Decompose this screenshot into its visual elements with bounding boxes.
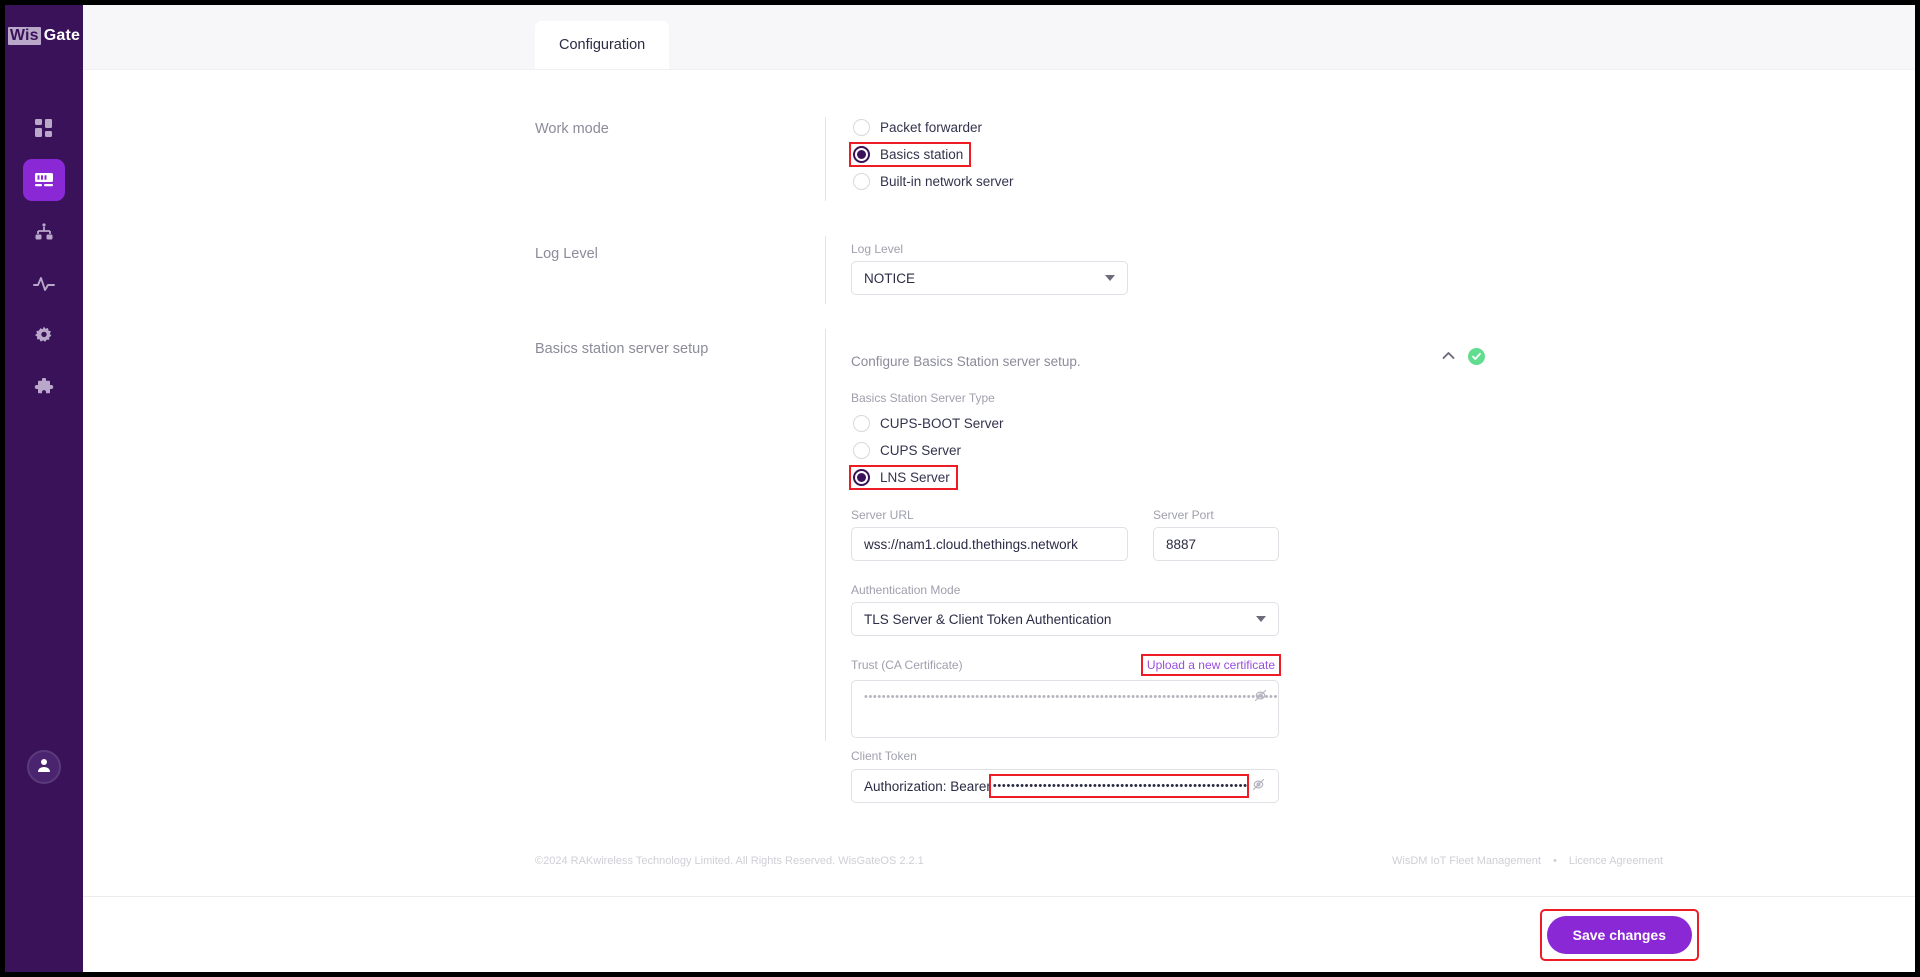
radio-indicator	[853, 119, 870, 136]
basics-station-description: Configure Basics Station server setup.	[851, 354, 1081, 369]
tab-configuration-label: Configuration	[559, 37, 646, 53]
server-url-label: Server URL	[851, 508, 914, 522]
server-type-radio-group: CUPS-BOOT Server CUPS Server LNS Server	[849, 413, 1491, 490]
eye-off-icon[interactable]	[1251, 778, 1266, 794]
server-url-input[interactable]: wss://nam1.cloud.thethings.network	[851, 527, 1128, 561]
trust-ca-textarea[interactable]: ••••••••••••••••••••••••••••••••••••••••…	[851, 680, 1279, 738]
app-logo: Wis Gate	[5, 27, 83, 45]
eye-off-icon[interactable]	[1253, 689, 1268, 705]
radio-indicator	[853, 173, 870, 190]
chevron-down-icon	[1256, 616, 1266, 622]
user-avatar-icon	[36, 757, 52, 778]
log-level-select[interactable]: NOTICE	[851, 261, 1128, 295]
sidebar-item-activity[interactable]	[23, 263, 65, 305]
logo-gate-text: Gate	[43, 27, 81, 44]
work-mode-label: Work mode	[535, 121, 609, 137]
server-port-input[interactable]: 8887	[1153, 527, 1279, 561]
radio-indicator-selected	[853, 146, 870, 163]
log-level-value: NOTICE	[864, 270, 916, 286]
auth-mode-select[interactable]: TLS Server & Client Token Authentication	[851, 602, 1279, 636]
footer-links: WisDM IoT Fleet Management • Licence Agr…	[1392, 855, 1663, 867]
chevron-up-icon[interactable]	[1442, 347, 1455, 365]
logo-wis-text: Wis	[7, 27, 41, 45]
sidebar-item-network[interactable]	[23, 211, 65, 253]
log-level-section-label: Log Level	[535, 246, 598, 262]
radio-cups-server[interactable]: CUPS Server	[851, 440, 967, 461]
sidebar-item-gateway[interactable]	[23, 159, 65, 201]
chevron-down-icon	[1105, 275, 1115, 281]
log-level-field-label: Log Level	[851, 242, 904, 256]
footer-separator: •	[1552, 855, 1557, 867]
section-log-level: Log Level Log Level NOTICE	[83, 236, 1915, 304]
radio-indicator	[853, 442, 870, 459]
sidebar-item-plugins[interactable]	[23, 367, 65, 409]
gear-icon	[34, 326, 54, 346]
action-bar: Save changes	[83, 896, 1915, 972]
puzzle-icon	[34, 378, 54, 398]
sidebar-nav	[5, 107, 83, 409]
footer-link-licence-agreement[interactable]: Licence Agreement	[1569, 855, 1663, 867]
radio-lns-server[interactable]: LNS Server	[849, 465, 958, 490]
server-url-field: Server URL wss://nam1.cloud.thethings.ne…	[851, 508, 1128, 561]
server-port-field: Server Port 8887	[1153, 508, 1279, 561]
section-divider	[825, 117, 826, 201]
work-mode-body: Packet forwarder Basics station Built-in…	[825, 117, 1915, 201]
radio-basics-station-label: Basics station	[880, 147, 964, 162]
section-divider	[825, 236, 826, 304]
client-token-masked-value: ••••••••••••••••••••••••••••••••••••••••…	[988, 774, 1250, 798]
tab-configuration[interactable]: Configuration	[535, 21, 670, 69]
section-basics-station: Basics station server setup Configure Ba…	[83, 329, 1915, 803]
check-circle-icon	[1468, 347, 1485, 365]
log-level-body: Log Level NOTICE	[825, 236, 1915, 304]
radio-packet-forwarder-label: Packet forwarder	[880, 120, 983, 135]
basics-station-body: Configure Basics Station server setup. B…	[825, 329, 1915, 803]
auth-mode-field: Authentication Mode TLS Server & Client …	[851, 583, 1279, 636]
client-token-prefix: Authorization: Bearer	[864, 778, 991, 794]
trust-ca-masked-value: ••••••••••••••••••••••••••••••••••••••••…	[864, 691, 1278, 703]
section-work-mode: Work mode Packet forwarder Basics statio…	[83, 117, 1915, 201]
tab-bar: Configuration	[83, 5, 1915, 70]
trust-ca-field: Trust (CA Certificate) Upload a new cert…	[851, 654, 1282, 738]
server-type-label: Basics Station Server Type	[851, 391, 995, 405]
main-area: Configuration Work mode Packet forwarder	[83, 5, 1915, 972]
sidebar-item-dashboard[interactable]	[23, 107, 65, 149]
client-token-label: Client Token	[851, 749, 917, 763]
radio-lns-server-label: LNS Server	[880, 470, 950, 485]
client-token-field: Client Token Authorization: Bearer •••••…	[851, 749, 1279, 803]
auth-mode-value: TLS Server & Client Token Authentication	[864, 611, 1112, 627]
gateway-icon	[33, 170, 55, 190]
activity-icon	[33, 274, 55, 294]
footer: ©2024 RAKwireless Technology Limited. Al…	[83, 826, 1915, 896]
sidebar: Wis Gate	[5, 5, 83, 972]
section-divider	[825, 329, 826, 741]
radio-builtin-network-server[interactable]: Built-in network server	[851, 171, 1020, 192]
grid-icon	[34, 118, 54, 138]
save-button-highlight: Save changes	[1539, 908, 1700, 961]
sidebar-item-settings[interactable]	[23, 315, 65, 357]
radio-cups-server-label: CUPS Server	[880, 443, 962, 458]
basics-station-section-label: Basics station server setup	[535, 341, 709, 357]
network-icon	[34, 222, 54, 242]
app-window: Wis Gate Configuration Work mode Packet …	[5, 5, 1915, 972]
radio-builtin-network-server-label: Built-in network server	[880, 174, 1014, 189]
save-button[interactable]: Save changes	[1546, 915, 1692, 954]
trust-ca-label: Trust (CA Certificate)	[851, 658, 963, 672]
server-port-label: Server Port	[1153, 508, 1214, 522]
footer-copyright: ©2024 RAKwireless Technology Limited. Al…	[535, 855, 924, 867]
work-mode-radio-group: Packet forwarder Basics station Built-in…	[848, 117, 1915, 192]
client-token-input[interactable]: Authorization: Bearer ••••••••••••••••••…	[851, 769, 1279, 803]
log-level-field: Log Level NOTICE	[851, 242, 1128, 295]
radio-packet-forwarder[interactable]: Packet forwarder	[851, 117, 988, 138]
radio-cups-boot-server[interactable]: CUPS-BOOT Server	[851, 413, 1010, 434]
avatar-container	[5, 750, 83, 784]
footer-link-fleet-management[interactable]: WisDM IoT Fleet Management	[1392, 855, 1541, 867]
auth-mode-label: Authentication Mode	[851, 583, 961, 597]
radio-indicator-selected	[853, 469, 870, 486]
configuration-form: Work mode Packet forwarder Basics statio…	[83, 70, 1915, 896]
upload-certificate-link[interactable]: Upload a new certificate	[1140, 654, 1282, 676]
radio-cups-boot-server-label: CUPS-BOOT Server	[880, 416, 1004, 431]
radio-basics-station[interactable]: Basics station	[848, 142, 972, 167]
radio-indicator	[853, 415, 870, 432]
avatar[interactable]	[27, 750, 61, 784]
